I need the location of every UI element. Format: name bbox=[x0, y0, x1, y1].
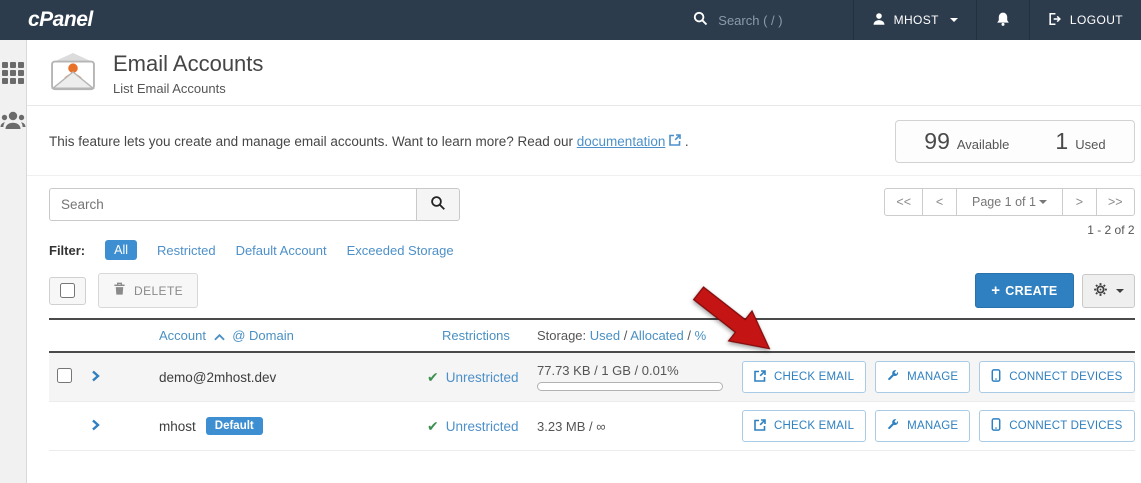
notifications-button[interactable] bbox=[976, 0, 1029, 40]
select-all-input[interactable] bbox=[60, 283, 75, 298]
table-row: demo@2mhost.dev ✔ Unrestricted 77.73 KB … bbox=[49, 353, 1135, 402]
filter-all[interactable]: All bbox=[105, 240, 137, 260]
page-header: Email Accounts List Email Accounts bbox=[27, 40, 1141, 106]
check-icon: ✔ bbox=[427, 369, 439, 386]
wrench-icon bbox=[887, 370, 899, 385]
pagination: << < Page 1 of 1 > >> 1 - 2 of 2 bbox=[884, 188, 1134, 237]
result-range: 1 - 2 of 2 bbox=[1087, 223, 1134, 237]
used-count: 1 bbox=[1055, 128, 1068, 155]
sidebar bbox=[0, 40, 27, 483]
global-search[interactable]: Search ( / ) bbox=[669, 0, 806, 40]
available-count: 99 bbox=[924, 128, 950, 155]
page-select[interactable]: Page 1 of 1 bbox=[956, 188, 1063, 216]
users-group-icon[interactable] bbox=[0, 110, 26, 133]
chevron-down-icon bbox=[950, 18, 958, 26]
check-icon: ✔ bbox=[427, 418, 439, 435]
filter-exceeded-storage[interactable]: Exceeded Storage bbox=[347, 243, 454, 258]
storage-header-label: Storage: bbox=[537, 328, 586, 343]
quota-summary: 99 Available 1 Used bbox=[895, 120, 1134, 163]
account-email: demo@2mhost.dev bbox=[159, 370, 276, 385]
cpanel-logo[interactable]: cPanel bbox=[28, 8, 93, 32]
wrench-icon bbox=[887, 419, 899, 434]
gear-icon bbox=[1093, 282, 1108, 300]
expand-row-icon[interactable] bbox=[91, 370, 101, 385]
delete-button[interactable]: DELETE bbox=[98, 273, 198, 308]
manage-button[interactable]: MANAGE bbox=[875, 410, 970, 442]
select-all-checkbox[interactable] bbox=[49, 277, 86, 305]
connect-devices-button[interactable]: CONNECT DEVICES bbox=[979, 361, 1134, 393]
logout-label: LOGOUT bbox=[1070, 13, 1123, 27]
restrictions-header[interactable]: Restrictions bbox=[442, 328, 510, 343]
used-stat: 1 Used bbox=[1055, 128, 1105, 155]
external-link-icon[interactable] bbox=[669, 134, 685, 149]
user-icon bbox=[872, 12, 886, 29]
sort-asc-icon bbox=[214, 329, 229, 344]
restriction-status[interactable]: Unrestricted bbox=[446, 370, 519, 385]
page-title: Email Accounts bbox=[113, 51, 263, 77]
default-badge: Default bbox=[206, 417, 263, 435]
prev-page-button[interactable]: < bbox=[922, 188, 957, 216]
filter-label: Filter: bbox=[49, 243, 85, 258]
search-button[interactable] bbox=[417, 188, 460, 221]
search-input[interactable] bbox=[49, 188, 417, 221]
row-checkbox[interactable] bbox=[57, 368, 72, 383]
apps-grid-icon[interactable] bbox=[2, 62, 24, 84]
chevron-down-icon bbox=[1116, 289, 1124, 297]
bell-icon bbox=[995, 11, 1011, 30]
trash-icon bbox=[113, 282, 126, 299]
email-accounts-table: Account @ Domain Restrictions Storage: U… bbox=[49, 318, 1135, 451]
email-accounts-icon bbox=[49, 52, 97, 95]
create-button[interactable]: + CREATE bbox=[975, 273, 1073, 308]
feature-description: This feature lets you create and manage … bbox=[49, 134, 689, 149]
manage-button[interactable]: MANAGE bbox=[875, 361, 970, 393]
check-email-button[interactable]: CHECK EMAIL bbox=[742, 361, 866, 393]
mobile-device-icon bbox=[991, 369, 1001, 385]
documentation-link[interactable]: documentation bbox=[577, 134, 666, 149]
filter-restricted[interactable]: Restricted bbox=[157, 243, 216, 258]
first-page-button[interactable]: << bbox=[884, 188, 923, 216]
global-search-label: Search ( / ) bbox=[718, 13, 782, 28]
sort-percent-header[interactable]: % bbox=[695, 328, 707, 343]
next-page-button[interactable]: > bbox=[1062, 188, 1097, 216]
mobile-device-icon bbox=[991, 418, 1001, 434]
storage-progress-bar bbox=[537, 382, 723, 391]
sort-allocated-header[interactable]: Allocated bbox=[630, 328, 683, 343]
restriction-status[interactable]: Unrestricted bbox=[446, 419, 519, 434]
user-menu[interactable]: MHOST bbox=[853, 0, 976, 40]
settings-dropdown-button[interactable] bbox=[1082, 274, 1135, 308]
connect-devices-button[interactable]: CONNECT DEVICES bbox=[979, 410, 1134, 442]
user-name: MHOST bbox=[894, 13, 939, 27]
external-link-icon bbox=[754, 370, 766, 385]
external-link-icon bbox=[754, 419, 766, 434]
storage-usage: 77.73 KB / 1 GB / 0.01% bbox=[537, 363, 742, 378]
sort-account-header[interactable]: Account bbox=[159, 328, 206, 343]
plus-icon: + bbox=[991, 282, 1000, 299]
sort-domain-header[interactable]: @ Domain bbox=[232, 328, 294, 343]
last-page-button[interactable]: >> bbox=[1096, 188, 1135, 216]
account-name: mhost bbox=[159, 419, 196, 434]
filter-default-account[interactable]: Default Account bbox=[236, 243, 327, 258]
table-header: Account @ Domain Restrictions Storage: U… bbox=[49, 318, 1135, 353]
logout-button[interactable]: LOGOUT bbox=[1029, 0, 1141, 40]
sort-used-header[interactable]: Used bbox=[590, 328, 620, 343]
search-icon bbox=[693, 11, 708, 29]
check-email-button[interactable]: CHECK EMAIL bbox=[742, 410, 866, 442]
chevron-down-icon bbox=[1039, 200, 1047, 208]
available-stat: 99 Available bbox=[924, 128, 1009, 155]
table-row: mhost Default ✔ Unrestricted 3.23 MB / ∞… bbox=[49, 402, 1135, 451]
expand-row-icon[interactable] bbox=[91, 419, 101, 434]
storage-usage: 3.23 MB / ∞ bbox=[537, 419, 742, 434]
page-subtitle: List Email Accounts bbox=[113, 81, 263, 96]
logout-icon bbox=[1048, 12, 1062, 29]
topbar: cPanel Search ( / ) MHOST LOGOUT bbox=[0, 0, 1141, 40]
search-icon bbox=[430, 195, 446, 214]
